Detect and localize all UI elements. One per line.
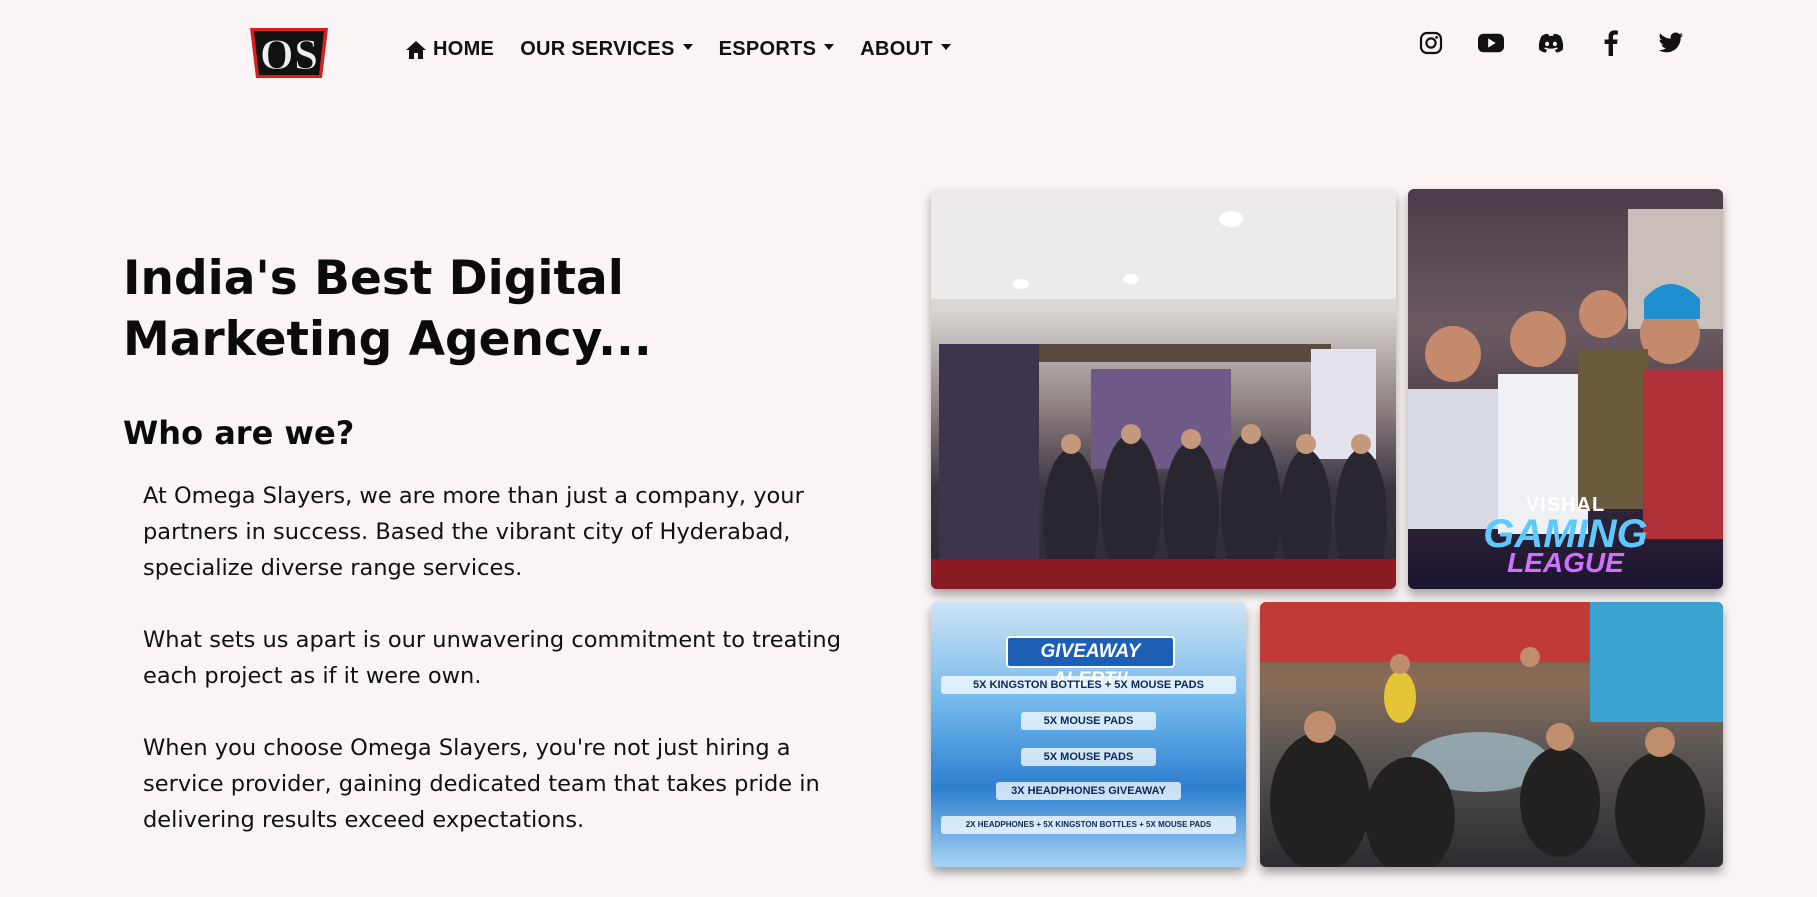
nav-about[interactable]: ABOUT (860, 38, 951, 61)
nav-home[interactable]: HOME (405, 38, 494, 61)
league-title-league: LEAGUE (1507, 547, 1624, 578)
nav-home-label: HOME (433, 38, 495, 60)
nav-about-label: ABOUT (860, 38, 933, 60)
giveaway-row: 5X MOUSE PADS (1021, 712, 1156, 730)
youtube-icon[interactable] (1478, 30, 1504, 56)
instagram-icon[interactable] (1418, 30, 1444, 56)
giveaway-row: 5X MOUSE PADS (1021, 748, 1156, 766)
social-links (1418, 30, 1684, 56)
about-paragraph-3: When you choose Omega Slayers, you're no… (143, 735, 820, 833)
giveaway-row: 3X HEADPHONES GIVEAWAY (996, 782, 1181, 800)
chevron-down-icon (940, 43, 951, 50)
chevron-down-icon (824, 43, 835, 50)
giveaway-title: GIVEAWAY ALERT!! (1006, 636, 1175, 690)
chevron-down-icon (682, 43, 693, 50)
home-icon (406, 40, 426, 59)
gallery-photo-gaming-league: VISHAL GAMING LEAGUE (1408, 189, 1723, 589)
gallery-poster-giveaway: GIVEAWAY ALERT!! 5X KINGSTON BOTTLES + 5… (931, 602, 1246, 867)
twitter-icon[interactable] (1658, 30, 1684, 56)
nav-esports[interactable]: ESPORTS (719, 38, 835, 61)
nav-our-services[interactable]: OUR SERVICES (520, 38, 693, 61)
about-paragraph-1: At Omega Slayers, we are more than just … (143, 483, 804, 581)
gallery-photo-expo-crowd (931, 189, 1396, 589)
brand-logo[interactable]: OS (248, 24, 330, 82)
gallery-photo-team-meeting (1260, 602, 1723, 867)
nav-esports-label: ESPORTS (718, 38, 817, 60)
hero-title: India's Best Digital Marketing Agency... (123, 251, 652, 367)
facebook-icon[interactable] (1598, 30, 1624, 56)
about-subtitle: Who are we? (123, 414, 355, 452)
os-logo-icon: OS (250, 28, 328, 80)
giveaway-row: 2X HEADPHONES + 5X KINGSTON BOTTLES + 5X… (941, 816, 1236, 834)
main-nav: HOME OUR SERVICES ESPORTS ABOUT (405, 38, 951, 61)
nav-services-label: OUR SERVICES (520, 38, 675, 60)
logo-text: OS (260, 30, 319, 79)
about-paragraph-2: What sets us apart is our unwavering com… (143, 627, 841, 689)
giveaway-row: 5X KINGSTON BOTTLES + 5X MOUSE PADS (941, 676, 1236, 694)
discord-icon[interactable] (1538, 30, 1564, 56)
